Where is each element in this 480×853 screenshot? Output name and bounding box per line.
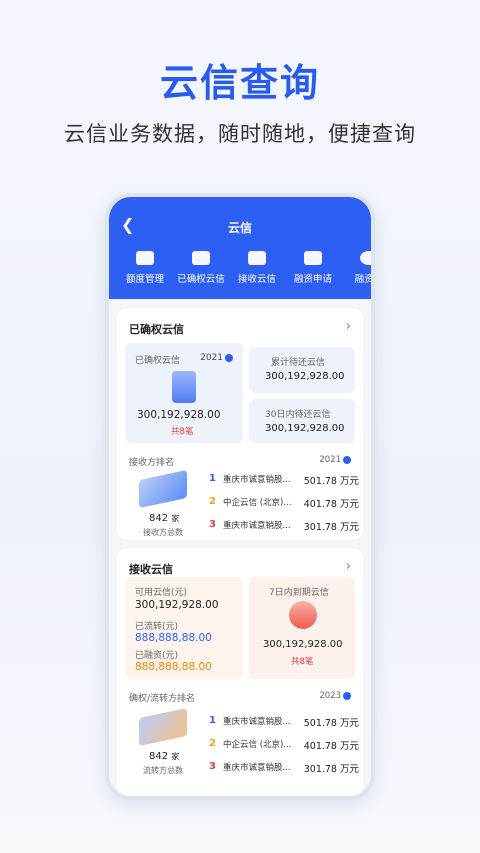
rank-number: 1	[209, 473, 216, 484]
ranking-label: 确权/流转方排名	[129, 694, 196, 704]
rank-number: 3	[209, 519, 216, 530]
wallet-icon	[136, 251, 154, 265]
ranking-label: 接收方排名	[129, 458, 175, 468]
amount: 300,192,928.00	[265, 371, 345, 382]
ranking-row[interactable]: 1 重庆市诚意销股... 501.78 万元	[209, 715, 359, 729]
chevron-down-icon	[343, 691, 351, 700]
card-title: 接收云信	[129, 563, 173, 576]
amount: 300,192,928.00	[137, 409, 221, 421]
card-title: 已确权云信	[129, 323, 184, 336]
document-illustration	[172, 371, 196, 403]
tab-label: 融资申请	[293, 274, 332, 285]
year-selector[interactable]: 2021	[319, 455, 351, 465]
rank-number: 2	[209, 496, 216, 507]
year-selector[interactable]: 2023	[319, 691, 351, 701]
tab-confirmed[interactable]: 已确权云信	[173, 251, 229, 285]
total-value: 842	[149, 513, 169, 524]
rank-value: 301.78 万元	[303, 522, 359, 533]
available-box[interactable]: 可用云信(元) 300,192,928.00 已流转(元) 888,888,88…	[125, 577, 243, 679]
tab-bar: 额度管理 已确权云信 接收云信 融资申请 融资管	[117, 251, 371, 285]
tab-label: 已确权云信	[177, 274, 225, 285]
year-value: 2023	[319, 691, 341, 701]
tab-label: 额度管理	[125, 274, 164, 285]
app-title: 云信	[227, 221, 252, 235]
cube-illustration	[139, 707, 187, 747]
label: 累计待还云信	[271, 358, 326, 368]
total-label: 流转方总数	[143, 766, 183, 775]
company-name: 重庆市诚意销股...	[223, 475, 291, 485]
rank-value: 501.78 万元	[303, 476, 359, 487]
chevron-right-icon[interactable]: ›	[346, 319, 351, 334]
company-name: 重庆市诚意销股...	[223, 717, 291, 727]
phone-frame: ❮ 云信 额度管理 已确权云信 接收云信 融资申请 融资管 已确权云信 › 已确…	[105, 193, 375, 800]
rank-number: 2	[209, 738, 216, 749]
ranking-row[interactable]: 3 重庆市诚意销股... 301.78 万元	[209, 519, 359, 533]
due-30-box[interactable]: 30日内待还云信 300,192,928.00	[249, 399, 355, 443]
tab-finance-apply[interactable]: 融资申请	[285, 251, 341, 285]
app-screen: ❮ 云信 额度管理 已确权云信 接收云信 融资申请 融资管 已确权云信 › 已确…	[109, 197, 371, 796]
tab-finance-manage[interactable]: 融资管	[341, 251, 371, 285]
document-icon	[304, 251, 322, 265]
confirmed-card: 已确权云信 › 已确权云信 2021 300,192,928.00 共8笔 累计…	[117, 309, 363, 539]
hero-subtitle: 云信业务数据，随时随地，便捷查询	[64, 122, 416, 146]
search-doc-icon	[192, 251, 210, 265]
hero-title: 云信查询	[159, 61, 320, 105]
total-label: 接收方总数	[143, 528, 183, 537]
rank-number: 1	[209, 715, 216, 726]
clock-icon	[289, 601, 317, 629]
flow-label: 已流转(元)	[135, 622, 179, 632]
finance-amount: 888,888,88.00	[135, 661, 212, 673]
pending-box[interactable]: 累计待还云信 300,192,928.00	[249, 347, 355, 393]
label: 已确权云信	[135, 356, 181, 366]
total-unit: 家	[171, 514, 180, 523]
label: 30日内待还云信	[265, 410, 331, 420]
chevron-down-icon	[225, 353, 233, 362]
total-unit: 家	[171, 752, 180, 761]
received-card: 接收云信 › 可用云信(元) 300,192,928.00 已流转(元) 888…	[117, 549, 363, 796]
cube-illustration	[139, 469, 187, 509]
company-name: 重庆市诚意销股...	[223, 763, 291, 773]
ranking-row[interactable]: 2 中企云信 (北京)... 401.78 万元	[209, 496, 359, 510]
company-name: 中企云信 (北京)...	[223, 740, 292, 750]
expire-box[interactable]: 7日内到期云信 300,192,928.00 共8笔	[249, 577, 355, 679]
year-selector[interactable]: 2021	[200, 353, 233, 363]
total-value: 842	[149, 751, 169, 762]
amount: 300,192,928.00	[135, 599, 219, 611]
confirmed-main-box[interactable]: 已确权云信 2021 300,192,928.00 共8笔	[125, 343, 243, 443]
year-value: 2021	[319, 455, 341, 465]
amount: 300,192,928.00	[265, 423, 345, 434]
year-value: 2021	[200, 353, 223, 363]
count: 共8笔	[171, 427, 194, 437]
ranking-row[interactable]: 1 重庆市诚意销股... 501.78 万元	[209, 473, 359, 487]
pie-chart-icon	[360, 251, 371, 265]
rank-value: 301.78 万元	[303, 764, 359, 775]
tab-label: 融资管	[354, 274, 371, 285]
rank-value: 401.78 万元	[303, 499, 359, 510]
flow-total: 842 家	[149, 751, 179, 762]
label: 7日内到期云信	[269, 588, 329, 598]
ranking-row[interactable]: 2 中企云信 (北京)... 401.78 万元	[209, 738, 359, 752]
tab-quota[interactable]: 额度管理	[117, 251, 173, 285]
flow-amount: 888,888,88.00	[135, 632, 212, 644]
card-icon	[248, 251, 266, 265]
finance-label: 已融资(元)	[135, 651, 179, 661]
count: 共8笔	[291, 657, 314, 667]
chevron-down-icon	[343, 455, 351, 464]
company-name: 中企云信 (北京)...	[223, 498, 292, 508]
tab-received[interactable]: 接收云信	[229, 251, 285, 285]
chevron-right-icon[interactable]: ›	[346, 559, 351, 574]
rank-number: 3	[209, 761, 216, 772]
amount: 300,192,928.00	[263, 639, 343, 650]
company-name: 重庆市诚意销股...	[223, 521, 291, 531]
app-header: ❮ 云信 额度管理 已确权云信 接收云信 融资申请 融资管	[109, 197, 371, 299]
receiver-total: 842 家	[149, 513, 179, 524]
rank-value: 401.78 万元	[303, 741, 359, 752]
tab-label: 接收云信	[237, 274, 276, 285]
ranking-row[interactable]: 3 重庆市诚意销股... 301.78 万元	[209, 761, 359, 775]
rank-value: 501.78 万元	[303, 718, 359, 729]
label: 可用云信(元)	[135, 588, 188, 598]
